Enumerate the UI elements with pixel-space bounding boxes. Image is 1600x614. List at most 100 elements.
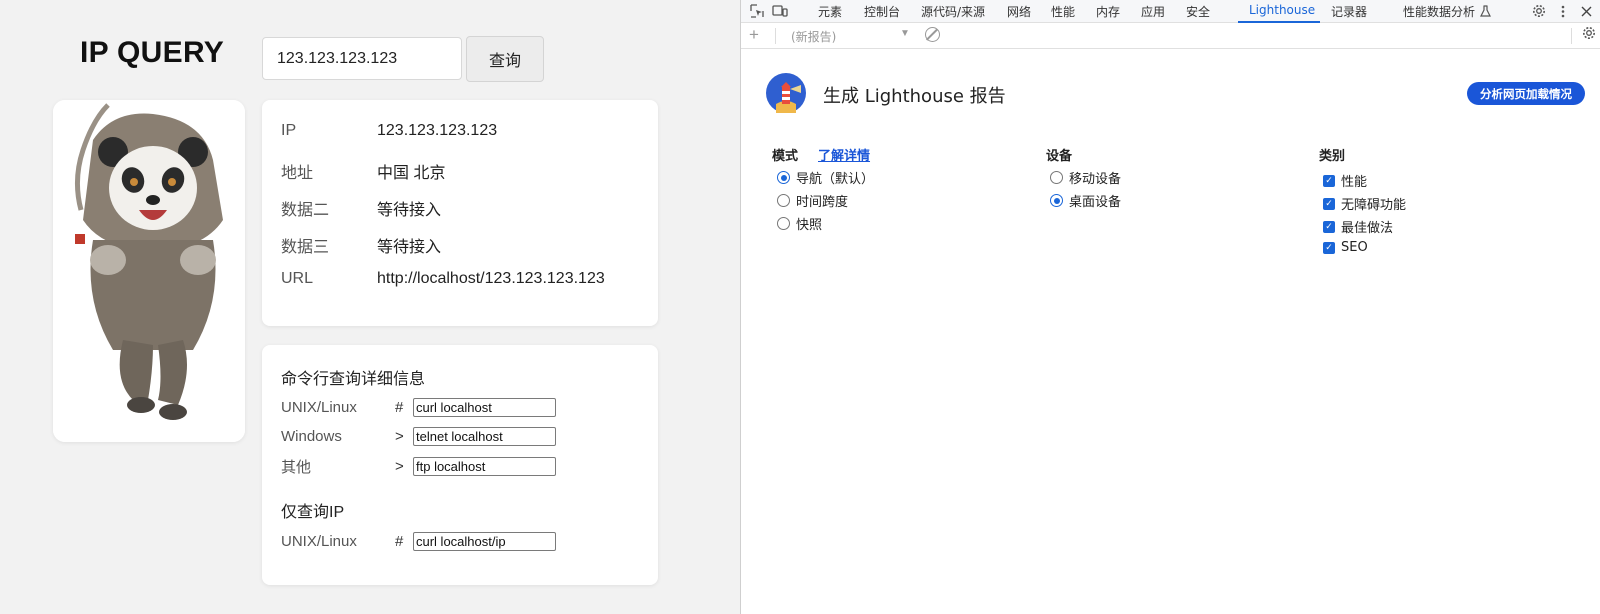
cmd-input-windows[interactable] (413, 427, 556, 446)
cmd-os-label: Windows (281, 428, 342, 445)
radio-unselected[interactable] (1050, 171, 1063, 184)
option-label: 无障碍功能 (1341, 198, 1407, 213)
category-performance[interactable]: ✓ 性能 (1323, 171, 1367, 190)
radio-selected[interactable] (777, 171, 790, 184)
info-key: IP (281, 122, 297, 139)
info-key: 数据三 (281, 239, 330, 256)
ip-query-page: IP QUERY 查询 (0, 0, 740, 614)
option-label: 桌面设备 (1069, 195, 1122, 210)
cmd-input-unix[interactable] (413, 398, 556, 417)
mode-option-snapshot[interactable]: 快照 (777, 214, 822, 233)
category-seo[interactable]: ✓ SEO (1323, 240, 1368, 255)
toolbar-divider (775, 28, 776, 44)
cmd-prompt: > (395, 428, 404, 445)
option-label: 导航（默认） (796, 172, 875, 187)
radio-unselected[interactable] (777, 217, 790, 230)
tab-elements[interactable]: 元素 (818, 3, 842, 20)
analyze-page-load-button[interactable]: 分析网页加载情况 (1467, 82, 1585, 105)
learn-more-link[interactable]: 了解详情 (818, 145, 870, 164)
cmd-prompt: # (395, 533, 404, 550)
lighthouse-settings-icon[interactable] (1582, 26, 1596, 44)
cmd-os-label: 其他 (281, 459, 312, 476)
command-line-card: 命令行查询详细信息 UNIX/Linux # Windows > 其他 > 仅查… (262, 345, 658, 585)
cmd-input-ip-only[interactable] (413, 532, 556, 551)
clear-reports-icon[interactable] (925, 27, 940, 42)
device-option-desktop[interactable]: 桌面设备 (1050, 191, 1121, 210)
option-label: 时间跨度 (796, 195, 849, 210)
mode-option-navigation[interactable]: 导航（默认） (777, 168, 874, 187)
lighthouse-heading: 生成 Lighthouse 报告 (823, 86, 1006, 107)
tab-performance-insights[interactable]: 性能数据分析 (1403, 3, 1475, 20)
cmd-prompt: > (395, 458, 404, 475)
info-row-ip: IP 123.123.123.123 (281, 122, 497, 140)
info-row-url: URL http://localhost/123.123.123.123 (281, 270, 605, 288)
checkbox-checked-icon[interactable]: ✓ (1323, 241, 1335, 254)
ip-only-title: 仅查询IP (281, 504, 345, 521)
ip-search-input[interactable] (262, 37, 462, 80)
device-option-mobile[interactable]: 移动设备 (1050, 168, 1121, 187)
panda-astronaut-illustration (53, 100, 245, 442)
chevron-down-icon[interactable]: ▼ (900, 28, 910, 39)
info-value: 等待接入 (377, 202, 442, 219)
categories-title: 类别 (1319, 149, 1346, 164)
lighthouse-toolbar: + (新报告) ▼ (741, 23, 1600, 49)
tab-console[interactable]: 控制台 (864, 3, 900, 20)
checkbox-checked-icon[interactable]: ✓ (1323, 220, 1335, 233)
info-value: 等待接入 (377, 239, 442, 256)
close-devtools-icon[interactable] (1577, 2, 1595, 20)
cmd-row-ip-only: UNIX/Linux # (281, 532, 556, 551)
tab-performance[interactable]: 性能 (1051, 3, 1075, 20)
devtools-panel: 元素 控制台 源代码/来源 网络 性能 内存 应用 安全 Lighthouse … (741, 0, 1600, 614)
option-label: 最佳做法 (1341, 221, 1394, 236)
tab-recorder[interactable]: 记录器 (1331, 3, 1367, 20)
info-key: 数据二 (281, 202, 330, 219)
checkbox-checked-icon[interactable]: ✓ (1323, 197, 1335, 210)
devtools-tab-bar: 元素 控制台 源代码/来源 网络 性能 内存 应用 安全 Lighthouse … (741, 0, 1600, 23)
settings-gear-icon[interactable] (1530, 2, 1548, 20)
cmd-input-other[interactable] (413, 457, 556, 476)
tab-application[interactable]: 应用 (1141, 3, 1165, 20)
avatar-card (53, 100, 245, 442)
cmd-row-windows: Windows > (281, 427, 556, 446)
cmd-section-title: 命令行查询详细信息 (281, 371, 426, 388)
radio-unselected[interactable] (777, 194, 790, 207)
cmd-os-label: UNIX/Linux (281, 533, 357, 550)
option-label: 性能 (1341, 175, 1368, 190)
mode-option-timespan[interactable]: 时间跨度 (777, 191, 848, 210)
tab-network[interactable]: 网络 (1007, 3, 1031, 20)
info-key: URL (281, 270, 314, 287)
cmd-row-other: 其他 > (281, 456, 556, 477)
tab-sources[interactable]: 源代码/来源 (921, 3, 985, 20)
radio-selected[interactable] (1050, 194, 1063, 207)
ip-info-card: IP 123.123.123.123 地址 中国 北京 数据二 等待接入 数据三… (262, 100, 658, 326)
option-label: SEO (1341, 240, 1368, 255)
inspect-element-icon[interactable] (748, 2, 766, 20)
device-title: 设备 (1046, 149, 1073, 164)
mode-title: 模式 (772, 149, 799, 164)
cmd-os-label: UNIX/Linux (281, 399, 357, 416)
new-report-plus-icon[interactable]: + (749, 25, 759, 45)
experiment-flask-icon (1476, 2, 1494, 20)
page-title: IP QUERY (80, 36, 225, 69)
lighthouse-logo-icon (766, 73, 806, 113)
tab-lighthouse[interactable]: Lighthouse (1249, 3, 1315, 17)
info-key: 地址 (281, 165, 314, 182)
info-row-data2: 数据二 等待接入 (281, 196, 441, 220)
info-value: 123.123.123.123 (377, 122, 498, 139)
info-row-data3: 数据三 等待接入 (281, 233, 441, 257)
checkbox-checked-icon[interactable]: ✓ (1323, 174, 1335, 187)
query-button[interactable]: 查询 (466, 36, 544, 82)
tab-security[interactable]: 安全 (1186, 3, 1210, 20)
report-selector[interactable]: (新报告) (791, 28, 836, 45)
option-label: 快照 (796, 218, 823, 233)
option-label: 移动设备 (1069, 172, 1122, 187)
device-toggle-icon[interactable] (771, 2, 789, 20)
category-best-practices[interactable]: ✓ 最佳做法 (1323, 217, 1393, 236)
category-accessibility[interactable]: ✓ 无障碍功能 (1323, 194, 1406, 213)
tab-memory[interactable]: 内存 (1096, 3, 1120, 20)
more-options-icon[interactable] (1554, 2, 1572, 20)
toolbar-divider (1571, 28, 1572, 44)
info-value: 中国 北京 (377, 165, 446, 182)
info-value: http://localhost/123.123.123.123 (377, 270, 605, 287)
cmd-row-unix: UNIX/Linux # (281, 398, 556, 417)
